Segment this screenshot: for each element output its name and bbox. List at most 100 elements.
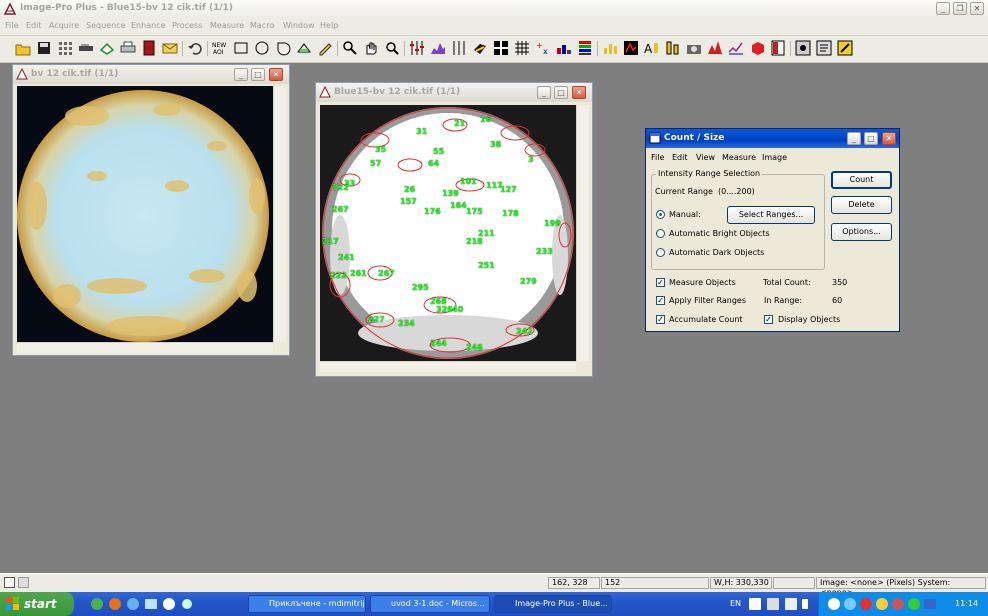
new-aoi-icon[interactable]: NEWAOI [212, 40, 228, 56]
crosshair-icon[interactable] [493, 40, 509, 56]
palette-icon[interactable] [556, 40, 572, 56]
minimize-icon[interactable]: _ [537, 86, 551, 99]
contrast-sliders-icon[interactable] [409, 40, 425, 56]
cs-menu-edit[interactable]: Edit [672, 153, 688, 162]
close-icon[interactable]: ✕ [882, 132, 896, 145]
menu-help[interactable]: Help [320, 21, 338, 30]
cs-menu-file[interactable]: File [651, 153, 664, 162]
vertical-scrollbar[interactable] [273, 86, 286, 342]
scanner-icon[interactable] [78, 40, 94, 56]
tray-antivirus-icon[interactable] [859, 597, 873, 611]
cs-menu-measure[interactable]: Measure [722, 153, 756, 162]
start-button[interactable]: start [0, 592, 74, 616]
polygon-tool-icon[interactable] [275, 40, 291, 56]
maximize-icon[interactable]: □ [251, 68, 265, 81]
menu-sequence[interactable]: Sequence [86, 21, 125, 30]
run-macro-icon[interactable] [837, 40, 853, 56]
apply-filter-checkbox[interactable]: ✓ [656, 296, 665, 305]
minimize-icon[interactable]: _ [936, 2, 950, 15]
dark-objects-radio[interactable] [656, 248, 665, 257]
tray-chat-icon[interactable] [827, 597, 841, 611]
filter-sliders-icon[interactable] [451, 40, 467, 56]
colorize-icon[interactable] [623, 40, 639, 56]
task-firefox[interactable]: Приклъчене - mdimitrij... [248, 595, 366, 613]
manual-radio[interactable] [656, 210, 665, 219]
morphology-icon[interactable] [472, 40, 488, 56]
bar-chart-icon[interactable] [602, 40, 618, 56]
select-ranges-button[interactable]: Select Ranges... [727, 206, 815, 224]
menu-acquire[interactable]: Acquire [49, 21, 79, 30]
grid-icon[interactable] [57, 40, 73, 56]
menu-process[interactable]: Process [172, 21, 202, 30]
close-icon[interactable]: ✕ [269, 68, 283, 81]
ellipse-tool-icon[interactable] [254, 40, 270, 56]
tray-update-icon[interactable] [907, 597, 921, 611]
undo-icon[interactable] [187, 40, 203, 56]
maximize-icon[interactable]: □ [554, 86, 568, 99]
tray-volume-icon[interactable] [800, 597, 810, 611]
bright-objects-radio[interactable] [656, 229, 665, 238]
task-word[interactable]: uvod 3-1.doc - Micros... [370, 595, 490, 613]
close-icon[interactable]: ✕ [572, 86, 586, 99]
camera-icon[interactable] [686, 40, 702, 56]
count-button[interactable]: Count [831, 171, 892, 189]
minimize-icon[interactable]: _ [847, 132, 861, 145]
horizontal-scrollbar[interactable] [320, 361, 576, 372]
save-icon[interactable] [36, 40, 52, 56]
mail-icon[interactable] [162, 40, 178, 56]
segmented-image[interactable]: 31 21 16 38 35 55 64 57 26 122 139 101 1… [320, 105, 576, 361]
line-profile-icon[interactable] [728, 40, 744, 56]
display-objects-checkbox[interactable]: ✓ [764, 315, 773, 324]
cs-menu-image[interactable]: Image [762, 153, 787, 162]
tray-network-icon[interactable] [843, 597, 857, 611]
zoom-icon[interactable] [342, 40, 358, 56]
magic-wand-icon[interactable] [296, 40, 312, 56]
measure-objects-checkbox[interactable]: ✓ [656, 278, 665, 287]
language-indicator[interactable]: EN [730, 599, 741, 608]
3d-surface-icon[interactable] [749, 40, 765, 56]
color-channels-icon[interactable] [577, 40, 593, 56]
delete-button[interactable]: Delete [831, 196, 892, 214]
count-icon[interactable]: +x [535, 40, 551, 56]
macro-icon[interactable] [795, 40, 811, 56]
tray-app-icon[interactable] [891, 597, 905, 611]
measure-ruler-icon[interactable] [665, 40, 681, 56]
media-player-icon[interactable] [162, 597, 176, 611]
tray-shield-icon[interactable] [875, 597, 889, 611]
open-folder-icon[interactable] [15, 40, 31, 56]
menu-window[interactable]: Window [283, 21, 315, 30]
tray-sync-icon[interactable] [766, 597, 780, 611]
vertical-scrollbar[interactable] [576, 105, 589, 361]
accumulate-count-checkbox[interactable]: ✓ [656, 315, 665, 324]
grid-lines-icon[interactable] [514, 40, 530, 56]
tray-display-icon[interactable] [923, 597, 937, 611]
menu-file[interactable]: File [5, 21, 18, 30]
close-icon[interactable]: ✕ [970, 2, 984, 15]
book-icon[interactable] [141, 40, 157, 56]
messenger-icon[interactable] [180, 597, 194, 611]
quicklaunch-icon[interactable] [90, 597, 104, 611]
horizontal-scrollbar[interactable] [17, 342, 273, 353]
minimize-icon[interactable]: _ [234, 68, 248, 81]
menu-edit[interactable]: Edit [26, 21, 42, 30]
restore-icon[interactable]: ❐ [953, 2, 967, 15]
options-button[interactable]: Options... [831, 223, 892, 241]
internet-explorer-icon[interactable] [126, 597, 140, 611]
hand-pan-icon[interactable] [363, 40, 379, 56]
rectangle-tool-icon[interactable] [233, 40, 249, 56]
histogram-icon[interactable] [430, 40, 446, 56]
firefox-icon[interactable] [108, 597, 122, 611]
task-image-pro[interactable]: Image-Pro Plus - Blue... [494, 595, 612, 613]
original-image[interactable] [17, 86, 273, 342]
cs-menu-view[interactable]: View [696, 153, 715, 162]
menu-measure[interactable]: Measure [210, 21, 244, 30]
profile-plot-icon[interactable] [707, 40, 723, 56]
print-icon[interactable] [120, 40, 136, 56]
maximize-icon[interactable]: □ [864, 132, 878, 145]
menu-macro[interactable]: Macro [250, 21, 274, 30]
script-icon[interactable] [816, 40, 832, 56]
outlook-icon[interactable] [144, 597, 158, 611]
data-sheet-icon[interactable] [770, 40, 786, 56]
print-preview-icon[interactable] [99, 40, 115, 56]
tray-help-icon[interactable] [748, 597, 762, 611]
